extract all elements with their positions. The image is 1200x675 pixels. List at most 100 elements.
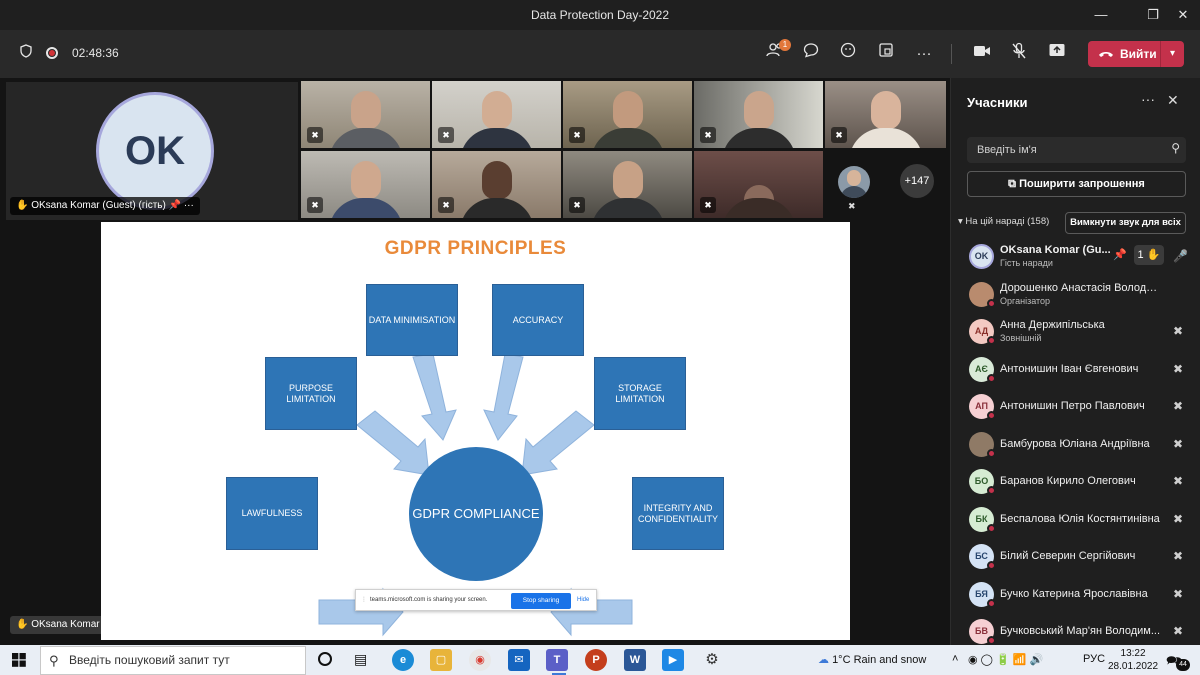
participant-video-tile[interactable]: ✖ (825, 81, 946, 148)
participant-name: Антонишин Іван Євгенович (1000, 362, 1139, 375)
list-item[interactable]: БО Баранов Кирило Олегович ✖ (951, 463, 1200, 501)
participants-panel: Учасники ··· ✕ ⚲ ⧉ Поширити запрошення ▾… (950, 78, 1200, 645)
avatar: БК (969, 506, 996, 533)
list-item[interactable]: БЯ Бучко Катерина Ярославівна ✖ (951, 576, 1200, 614)
self-video-tile[interactable]: OK ✋ OKsana Komar (Guest) (гість) 📌 ··· (6, 82, 298, 220)
ellipsis-icon[interactable]: ··· (1141, 91, 1155, 107)
participant-name: Антонишин Петро Павлович (1000, 400, 1145, 412)
window-title: Data Protection Day-2022 (530, 8, 670, 22)
windows-start-icon[interactable] (12, 653, 26, 672)
list-item[interactable]: АД Анна Держипільська Зовнішній ✖ (951, 313, 1200, 351)
list-item[interactable]: OK OKsana Komar (Gu... Гість наради 📌 1 … (951, 238, 1200, 276)
list-item[interactable]: БК Беспалова Юлія Костянтинівна ✖ (951, 501, 1200, 539)
mail-icon[interactable]: ✉ (508, 649, 530, 671)
chevron-down-icon[interactable]: ▾ (1160, 41, 1184, 67)
edge-icon[interactable]: e (392, 649, 414, 671)
list-item[interactable]: АП Антонишин Петро Павлович ✖ (951, 388, 1200, 426)
tray-expand-icon[interactable]: ˄ (952, 653, 958, 665)
windows-taskbar: ⚲ Введіть пошуковий запит тут ▤ e ▢ ◉ ✉ … (0, 645, 1200, 675)
participant-video-tile[interactable]: ✖ (694, 81, 823, 148)
participant-name: OKsana Komar (Gu... (1000, 244, 1111, 256)
more-actions-button[interactable]: ··· (912, 42, 936, 66)
mic-off-icon: ✖ (1173, 436, 1184, 451)
word-icon[interactable]: W (624, 649, 646, 671)
powerpoint-icon[interactable]: P (585, 649, 607, 671)
mic-off-icon: ✖ (1173, 549, 1184, 563)
participant-thumbnail[interactable] (838, 166, 870, 198)
raised-hand-icon: ✋ (1146, 249, 1161, 261)
list-item[interactable]: АЄ Антонишин Іван Євгенович ✖ (951, 351, 1200, 389)
screen-share-bar: ⋮ teams.microsoft.com is sharing your sc… (355, 589, 597, 611)
hide-share-bar-link[interactable]: Hide (577, 597, 589, 603)
principle-lawfulness: LAWFULNESS (226, 477, 318, 550)
drag-handle-icon[interactable]: ⋮ (361, 596, 367, 603)
weather-text: 1°C Rain and snow (832, 654, 927, 666)
participant-video-tile[interactable]: ✖ (301, 81, 430, 148)
close-window-button[interactable]: ✕ (1172, 4, 1194, 26)
participant-role: Організатор (1000, 295, 1051, 306)
chat-button[interactable] (799, 42, 823, 66)
shield-icon[interactable] (20, 44, 32, 61)
pin-icon[interactable]: 📌 (1113, 248, 1127, 261)
avatar: АД (969, 319, 996, 345)
tray-icons[interactable]: ◉ ◯ 🔋 📶 🔊 (968, 653, 1043, 666)
self-name: OKsana Komar (Guest) (гість) (31, 200, 166, 211)
list-item[interactable]: БС Білий Северин Сергійович ✖ (951, 538, 1200, 576)
avatar-initials: БВ (975, 626, 988, 636)
ellipsis-icon[interactable]: ··· (184, 200, 194, 211)
meeting-toolbar: 02:48:36 1 ··· (0, 30, 1200, 103)
cortana-icon[interactable] (318, 652, 332, 666)
phone-icon (1098, 47, 1114, 62)
avatar: АЄ (969, 356, 996, 383)
mic-button[interactable] (1007, 42, 1031, 66)
maximize-button[interactable]: ❐ (1142, 4, 1164, 26)
rooms-button[interactable] (874, 42, 898, 66)
toolbar-divider (951, 44, 952, 64)
taskbar-clock[interactable]: 13:22 28.01.2022 (1108, 647, 1158, 673)
close-icon[interactable]: ✕ (1167, 92, 1179, 109)
settings-gear-icon[interactable]: ⚙ (701, 649, 723, 671)
mic-off-icon: ✖ (1173, 399, 1184, 413)
list-item[interactable]: БВ Бучковський Мар'ян Володим... ✖ (951, 613, 1200, 645)
mic-off-icon: ✖ (438, 127, 454, 143)
more-participants-button[interactable]: +147 (900, 164, 934, 198)
task-view-icon[interactable]: ▤ (354, 651, 367, 668)
participant-video-tile[interactable]: ✖ (563, 151, 692, 218)
stop-sharing-button[interactable]: Stop sharing (511, 593, 571, 609)
mic-off-icon (1011, 42, 1027, 64)
minimize-button[interactable]: — (1090, 4, 1112, 26)
camera-button[interactable] (970, 42, 994, 66)
participant-video-tile[interactable]: ✖ (563, 81, 692, 148)
participants-button[interactable]: 1 (763, 39, 791, 66)
participant-name: Баранов Кирило Олегович (1000, 475, 1136, 487)
participant-video-tile[interactable]: ✖ (432, 151, 561, 218)
share-invite-button[interactable]: ⧉ Поширити запрошення (967, 171, 1186, 197)
leave-button[interactable]: Вийти ▾ (1088, 41, 1184, 67)
mic-off-icon: ✖ (569, 127, 585, 143)
search-icon[interactable]: ⚲ (1171, 141, 1180, 155)
participant-name: Бучковський Мар'ян Володим... (1000, 625, 1160, 637)
participant-search-input[interactable] (967, 137, 1157, 163)
taskbar-search[interactable]: ⚲ Введіть пошуковий запит тут (40, 646, 306, 675)
file-explorer-icon[interactable]: ▢ (430, 649, 452, 671)
share-content-button[interactable] (1045, 42, 1069, 66)
mic-off-icon: ✖ (307, 127, 323, 143)
pin-icon[interactable]: 📌 (169, 200, 181, 211)
participant-video-tile[interactable]: ✖ (301, 151, 430, 218)
weather-widget[interactable]: ☁ 1°C Rain and snow (818, 653, 926, 666)
self-avatar: OK (96, 92, 214, 210)
mute-all-button[interactable]: Вимкнути звук для всіх (1065, 212, 1186, 234)
notifications-badge: 44 (1176, 659, 1190, 671)
avatar (969, 281, 996, 308)
input-language[interactable]: РУС (1083, 653, 1105, 665)
reactions-button[interactable] (836, 42, 860, 66)
participant-video-tile[interactable]: ✖ (694, 151, 823, 218)
media-player-icon[interactable]: ▶ (662, 649, 684, 671)
list-item[interactable]: Бамбурова Юліана Андріївна ✖ (951, 426, 1200, 464)
in-meeting-section[interactable]: ▾ На цій нараді (158) (958, 216, 1049, 227)
chrome-icon[interactable]: ◉ (469, 649, 491, 671)
participant-video-tile[interactable]: ✖ (432, 81, 561, 148)
teams-icon[interactable]: T (546, 649, 568, 671)
mic-off-icon: ✖ (848, 201, 856, 211)
list-item[interactable]: Дорошенко Анастасія Володи... Організато… (951, 276, 1200, 314)
